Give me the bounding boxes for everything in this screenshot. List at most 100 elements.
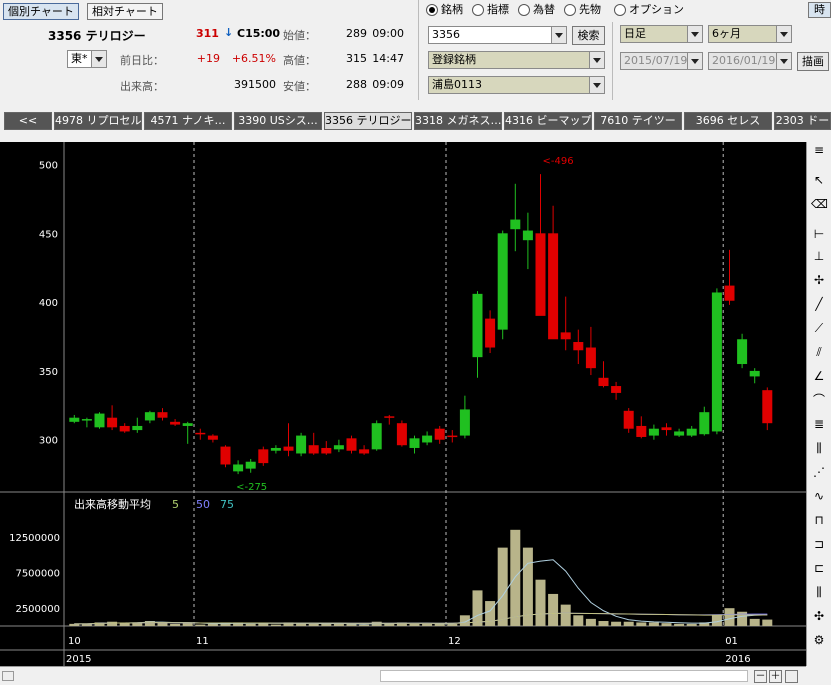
volume-bar	[686, 623, 697, 626]
candle-body	[359, 449, 370, 454]
bracket-icon[interactable]: ⊐	[811, 536, 827, 552]
stock-tab[interactable]: 3390 USシス…	[234, 112, 322, 130]
interval-select[interactable]: 日足	[620, 25, 703, 43]
code-value: 3356	[432, 28, 460, 41]
low-label: 安値：	[283, 80, 316, 93]
volume-bar	[535, 579, 546, 626]
chevron-down-icon	[589, 52, 604, 68]
chevron-down-icon	[776, 53, 791, 69]
candle-body	[107, 417, 118, 428]
stock-tab[interactable]: 3318 メガネス…	[414, 112, 502, 130]
arc-tool-icon[interactable]: ⌒	[811, 392, 827, 408]
angle-line-icon[interactable]: ∠	[811, 368, 827, 384]
scrollbar-thumb[interactable]	[380, 670, 748, 682]
stock-tab[interactable]: 7610 テイツー	[594, 112, 682, 130]
code-select[interactable]: 3356	[428, 26, 567, 44]
to-date[interactable]: 2016/01/19	[708, 52, 792, 70]
candle-body	[737, 339, 748, 365]
volume-bar	[195, 624, 206, 626]
down-arrow-icon: ↓	[224, 26, 234, 39]
zoom-out-icon[interactable]: －	[754, 670, 767, 683]
candle-body	[686, 428, 697, 436]
time-button[interactable]: 時	[808, 2, 831, 18]
candle-body	[157, 412, 168, 418]
open-value: 289	[346, 27, 367, 40]
stock-tab-active[interactable]: 3356 テリロジー	[324, 112, 412, 130]
volume-bar	[422, 623, 433, 626]
tab-individual-chart[interactable]: 個別チャート	[3, 3, 79, 20]
fibonacci-icon[interactable]: ≣	[811, 416, 827, 432]
chart-panel[interactable]: 10 11 12 01 2015 2016 300 350 400 450 500 2500000 75…	[0, 142, 806, 666]
volume-bar	[245, 623, 256, 626]
volume-bar	[548, 593, 559, 626]
candle-body	[699, 412, 710, 435]
low-time: 09:09	[372, 78, 404, 91]
volume-bar	[207, 623, 218, 626]
volume-bar	[119, 623, 130, 626]
drawing-toolbar: ≡ ↖ ⌫ ⊢ ⊥ ✢ ╱ ⟋ ⫽ ∠ ⌒ ≣ ⫼ ⋰ ∿ ⊓ ⊐ ⊏ ⫼ ✣ …	[806, 142, 831, 666]
stock-tab[interactable]: 4978 リプロセル	[54, 112, 142, 130]
stock-tab[interactable]: 4571 ナノキ…	[144, 112, 232, 130]
scroll-up-icon[interactable]: ≡	[811, 142, 827, 158]
horizontal-line-icon[interactable]: ⊢	[811, 226, 827, 242]
change-percent: +6.51%	[231, 52, 276, 65]
radio-futures[interactable]: 先物	[564, 3, 601, 17]
candle-body	[409, 438, 420, 448]
max-price-label: <-496	[543, 156, 574, 167]
crosshair-icon[interactable]: ✢	[811, 272, 827, 288]
portfolio-select[interactable]: 浦島0113	[428, 76, 605, 94]
radio-forex[interactable]: 為替	[518, 3, 555, 17]
range-icon[interactable]: ⊏	[811, 560, 827, 576]
volume-bar	[661, 623, 672, 626]
candle-body	[182, 423, 193, 426]
eraser-icon[interactable]: ⌫	[811, 196, 828, 212]
from-date[interactable]: 2015/07/19	[620, 52, 703, 70]
zoom-in-icon[interactable]: ＋	[769, 670, 782, 683]
scroll-left-icon[interactable]	[2, 671, 14, 681]
candle-body	[308, 445, 319, 454]
bars-tool-icon[interactable]: ⫼	[811, 440, 827, 456]
stock-tab[interactable]: 2303 ドー	[774, 112, 831, 130]
tab-relative-chart[interactable]: 相対チャート	[87, 3, 163, 20]
radio-stock[interactable]: 銘柄	[426, 3, 463, 17]
pointer-icon[interactable]: ↖	[811, 172, 827, 188]
pattern-icon[interactable]: ✣	[811, 608, 827, 624]
candle-body	[548, 233, 559, 340]
settings-icon[interactable]: ⚙	[811, 632, 827, 648]
change-label: 前日比：	[120, 54, 164, 67]
horizontal-scrollbar[interactable]: － ＋	[0, 666, 806, 685]
watchlist-select[interactable]: 登録銘柄	[428, 51, 605, 69]
volume-bar	[762, 619, 773, 626]
range-select[interactable]: 6ヶ月	[708, 25, 792, 43]
trendline-icon[interactable]: ╱	[811, 296, 827, 312]
volume-bar	[560, 604, 571, 626]
radio-indicator[interactable]: 指標	[472, 3, 509, 17]
fit-icon[interactable]	[785, 670, 798, 683]
search-button[interactable]: 検索	[572, 26, 605, 45]
stock-tab[interactable]: 3696 セレス	[684, 112, 772, 130]
candlestick-chart[interactable]: 10 11 12 01 2015 2016 300 350 400 450 500 2500000 75…	[0, 142, 806, 666]
candle-body	[585, 347, 596, 369]
market-select[interactable]: 東*	[67, 50, 107, 68]
vertical-line-icon[interactable]: ⊥	[811, 248, 827, 264]
candle-body	[81, 419, 92, 421]
volume-bar	[447, 623, 458, 626]
stock-tab[interactable]: 4316 ビーマップ	[504, 112, 592, 130]
candle-body	[661, 427, 672, 431]
cycle-icon[interactable]: ⊓	[811, 512, 827, 528]
gann-icon[interactable]: ⋰	[811, 464, 827, 480]
volume-bar	[308, 623, 319, 626]
radio-options[interactable]: オプション	[614, 3, 684, 17]
volume-bar	[333, 623, 344, 626]
parallel-line-icon[interactable]: ⫽	[811, 344, 827, 360]
tab-prev-stocks[interactable]: <<	[4, 112, 52, 130]
candle-body	[674, 431, 685, 436]
fan-line-icon[interactable]: ⟋	[811, 320, 827, 336]
candle-body	[371, 423, 382, 450]
volume-tool-icon[interactable]: ⫼	[811, 584, 827, 600]
wave-icon[interactable]: ∿	[811, 488, 827, 504]
draw-button[interactable]: 描画	[797, 52, 829, 71]
volume-label: 出来高：	[120, 80, 164, 93]
candle-body	[245, 461, 256, 469]
candle-body	[510, 219, 521, 230]
